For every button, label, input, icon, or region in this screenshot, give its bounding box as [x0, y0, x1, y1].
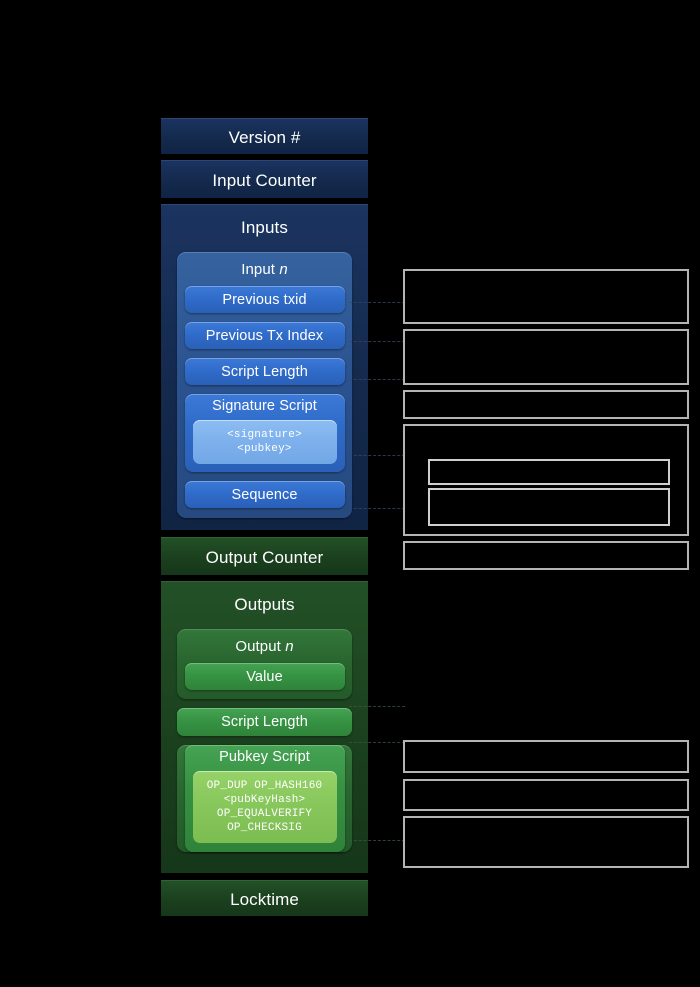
- signature-script-code-line-2: <pubkey>: [237, 443, 292, 456]
- pubkey-script-code-line-4: OP_CHECKSIG: [227, 822, 302, 835]
- output-value-label: Value: [246, 668, 283, 685]
- previous-txid-field[interactable]: Previous txid: [184, 286, 345, 313]
- previous-tx-index-field[interactable]: Previous Tx Index: [184, 322, 345, 349]
- signature-script-code: <signature> <pubkey>: [192, 419, 337, 465]
- pubkey-script-block[interactable]: Pubkey Script OP_DUP OP_HASH160 <pubKeyH…: [184, 745, 345, 853]
- note-box-8[interactable]: [403, 816, 689, 868]
- connector-pubkey-script: [349, 840, 405, 841]
- connector-previous-tx-index: [349, 341, 405, 342]
- pubkey-script-code-line-1: OP_DUP OP_HASH160: [206, 780, 323, 793]
- version-bar[interactable]: Version #: [161, 118, 368, 154]
- connector-previous-txid: [349, 302, 405, 303]
- input-script-length-field[interactable]: Script Length: [184, 358, 345, 385]
- pubkey-script-container: Pubkey Script OP_DUP OP_HASH160 <pubKeyH…: [177, 745, 352, 853]
- sequence-label: Sequence: [231, 486, 298, 503]
- output-card[interactable]: Output n Value: [177, 629, 352, 700]
- connector-sequence: [349, 508, 405, 509]
- outputs-section-label: Outputs: [234, 595, 295, 615]
- note-box-6[interactable]: [403, 740, 689, 773]
- input-card-label-text: Input: [241, 261, 280, 278]
- signature-script-block[interactable]: Signature Script <signature> <pubkey>: [184, 394, 345, 473]
- connector-script-length: [349, 379, 405, 380]
- input-card-label: Input n: [177, 261, 352, 278]
- note-box-5[interactable]: [403, 541, 689, 570]
- previous-tx-index-label: Previous Tx Index: [205, 327, 324, 344]
- note-box-7[interactable]: [403, 779, 689, 811]
- connector-output-value: [349, 706, 405, 707]
- note-box-1[interactable]: [403, 269, 689, 324]
- signature-script-code-line-1: <signature>: [227, 428, 302, 441]
- pubkey-script-code: OP_DUP OP_HASH160 <pubKeyHash> OP_EQUALV…: [192, 771, 337, 844]
- inputs-section: Inputs Input n Previous txid Previous Tx…: [161, 204, 368, 531]
- output-value-field[interactable]: Value: [184, 663, 345, 691]
- pubkey-script-label: Pubkey Script: [219, 749, 310, 766]
- pubkey-script-code-line-3: OP_EQUALVERIFY: [216, 808, 313, 821]
- output-script-length-field[interactable]: Script Length: [177, 708, 352, 737]
- note-box-4[interactable]: [403, 424, 689, 536]
- diagram-canvas: Version # Input Counter Inputs Input n P…: [0, 0, 700, 987]
- output-card-label-text: Output: [235, 638, 286, 656]
- signature-script-label: Signature Script: [212, 398, 317, 414]
- connector-signature-script: [349, 455, 405, 456]
- connector-output-script-length: [349, 742, 405, 743]
- output-card-label-index: n: [285, 638, 294, 656]
- previous-txid-label: Previous txid: [222, 291, 307, 308]
- note-box-4-inner-1[interactable]: [428, 459, 670, 485]
- pubkey-script-code-line-2: <pubKeyHash>: [223, 794, 306, 807]
- note-box-3[interactable]: [403, 390, 689, 419]
- sequence-field[interactable]: Sequence: [184, 481, 345, 509]
- input-script-length-label: Script Length: [221, 363, 308, 380]
- version-bar-label: Version #: [228, 127, 301, 147]
- note-box-4-inner-2[interactable]: [428, 488, 670, 526]
- note-box-2[interactable]: [403, 329, 689, 385]
- output-counter-bar-label: Output Counter: [205, 547, 324, 567]
- inputs-section-label: Inputs: [241, 218, 288, 237]
- locktime-bar-label: Locktime: [230, 889, 299, 909]
- input-counter-bar[interactable]: Input Counter: [161, 160, 368, 198]
- input-card-label-index: n: [279, 261, 288, 278]
- input-counter-bar-label: Input Counter: [212, 170, 317, 190]
- transaction-structure-column: Version # Input Counter Inputs Input n P…: [161, 118, 368, 917]
- input-card[interactable]: Input n Previous txid Previous Tx Index …: [177, 252, 352, 519]
- output-counter-bar[interactable]: Output Counter: [161, 537, 368, 576]
- output-script-length-label: Script Length: [221, 714, 308, 731]
- locktime-bar[interactable]: Locktime: [161, 880, 368, 917]
- output-card-label: Output n: [177, 638, 352, 655]
- outputs-section: Outputs Output n Value Script Length Pub…: [161, 581, 368, 874]
